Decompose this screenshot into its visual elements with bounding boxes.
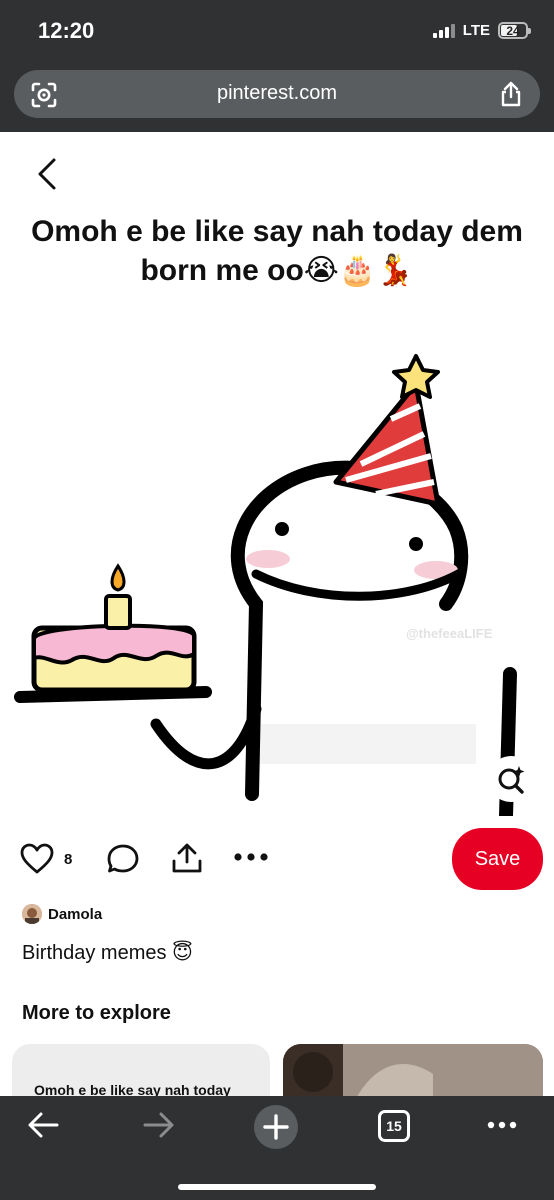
back-button[interactable]: [28, 154, 68, 194]
browser-bottom-bar: 15: [0, 1096, 554, 1200]
status-time: 12:20: [38, 18, 95, 43]
like-button[interactable]: [20, 843, 54, 880]
forward-arrow-icon: [143, 1112, 174, 1138]
meme-caption: Omoh e be like say nah today dem born me…: [31, 215, 523, 287]
tabs-button[interactable]: 15: [378, 1110, 410, 1142]
comment-button[interactable]: [106, 843, 140, 880]
more-to-explore-heading: More to explore: [22, 1002, 171, 1024]
share-icon[interactable]: [498, 80, 524, 113]
share-button[interactable]: [170, 841, 204, 880]
browser-top-bar: 12:20 LTE 24 pinterest.com: [0, 0, 554, 132]
chevron-left-icon: [38, 158, 56, 190]
battery-icon: 24: [498, 22, 531, 39]
signal-icon: [432, 23, 455, 38]
like-count: 8: [64, 851, 73, 868]
comment-icon: [107, 844, 139, 873]
address-bar[interactable]: pinterest.com: [14, 70, 540, 118]
battery-level: 24: [506, 23, 520, 38]
image-watermark: @thefeeaLIFE: [406, 626, 493, 641]
explore-card-image: [283, 1044, 543, 1104]
author-name[interactable]: Damola: [48, 906, 102, 923]
home-indicator: [178, 1184, 376, 1190]
back-nav-button[interactable]: [26, 1110, 60, 1145]
forward-nav-button[interactable]: [142, 1110, 176, 1145]
back-arrow-icon: [28, 1112, 59, 1138]
url-text[interactable]: pinterest.com: [14, 82, 540, 105]
heart-icon: [20, 843, 54, 874]
menu-button[interactable]: [486, 1118, 518, 1136]
avatar[interactable]: [22, 904, 42, 924]
pin-author[interactable]: Damola: [22, 904, 102, 924]
visual-search-icon: [498, 766, 525, 794]
more-icon: [234, 853, 268, 861]
pin-title: Birthday memes 😇: [22, 942, 193, 964]
network-label: LTE: [462, 22, 490, 39]
pin-image-card[interactable]: Omoh e be like say nah today dem born me…: [6, 134, 548, 816]
avatar-icon: [22, 904, 42, 924]
visual-search-button[interactable]: [488, 756, 534, 802]
plus-icon: [263, 1114, 289, 1140]
share-icon: [172, 843, 202, 873]
pin-actions: 8 Save: [0, 826, 554, 892]
more-icon: [487, 1121, 517, 1129]
new-tab-button[interactable]: [254, 1105, 298, 1149]
explore-card[interactable]: Omoh e be like say nah today: [12, 1044, 270, 1104]
more-options-button[interactable]: [232, 850, 270, 869]
status-indicators: LTE 24: [432, 22, 531, 39]
explore-card[interactable]: [283, 1044, 543, 1104]
save-button[interactable]: Save: [452, 828, 543, 890]
